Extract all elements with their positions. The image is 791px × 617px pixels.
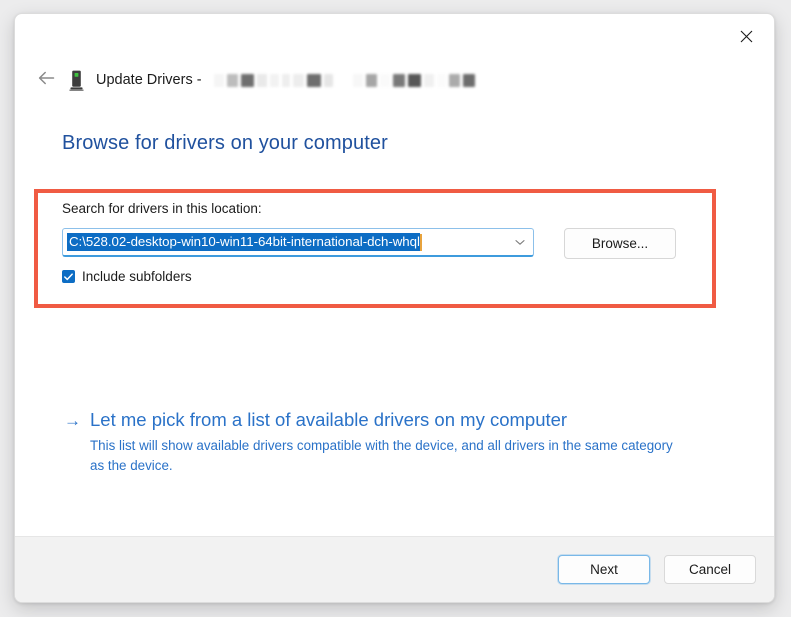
pick-from-list-link[interactable]: → Let me pick from a list of available d… bbox=[64, 410, 684, 475]
redacted-block bbox=[449, 74, 460, 87]
next-button[interactable]: Next bbox=[558, 555, 650, 584]
dialog-body: Browse for drivers on your computer Sear… bbox=[15, 106, 774, 536]
redacted-block bbox=[408, 74, 421, 87]
pick-from-list-description: This list will show available drivers co… bbox=[90, 436, 680, 475]
close-icon bbox=[740, 30, 753, 43]
redacted-block bbox=[227, 74, 238, 87]
redacted-block bbox=[282, 74, 290, 87]
cancel-button[interactable]: Cancel bbox=[664, 555, 756, 584]
title-bar: Update Drivers - bbox=[15, 14, 774, 106]
back-button[interactable] bbox=[29, 66, 63, 94]
redacted-block bbox=[424, 74, 434, 87]
redacted-block bbox=[393, 74, 405, 87]
arrow-right-icon: → bbox=[64, 412, 90, 429]
redacted-block bbox=[241, 74, 254, 87]
path-value-wrap: C:\528.02-desktop-win10-win11-64bit-inte… bbox=[63, 233, 507, 251]
dialog-footer: Next Cancel bbox=[15, 536, 774, 602]
redacted-block bbox=[463, 74, 475, 87]
title-row: Update Drivers - bbox=[15, 66, 475, 94]
redacted-block bbox=[353, 74, 363, 87]
path-dropdown-button[interactable] bbox=[507, 229, 533, 256]
pick-from-list-head: → Let me pick from a list of available d… bbox=[64, 410, 684, 430]
search-location-label: Search for drivers in this location: bbox=[62, 201, 262, 216]
close-button[interactable] bbox=[726, 20, 766, 52]
redacted-block bbox=[380, 74, 390, 87]
redacted-block bbox=[293, 74, 304, 87]
check-icon bbox=[64, 268, 73, 286]
browse-button[interactable]: Browse... bbox=[564, 228, 676, 259]
redacted-block bbox=[270, 74, 279, 87]
search-location-value: C:\528.02-desktop-win10-win11-64bit-inte… bbox=[67, 233, 420, 251]
redacted-block bbox=[336, 74, 350, 87]
redacted-block bbox=[257, 74, 267, 87]
page-title: Browse for drivers on your computer bbox=[62, 132, 388, 155]
redacted-block bbox=[437, 74, 446, 87]
back-arrow-icon bbox=[38, 71, 55, 90]
include-subfolders-row[interactable]: Include subfolders bbox=[62, 269, 192, 284]
computer-device-icon bbox=[67, 69, 85, 91]
redacted-block bbox=[324, 74, 333, 87]
include-subfolders-checkbox[interactable] bbox=[62, 270, 75, 283]
path-row: C:\528.02-desktop-win10-win11-64bit-inte… bbox=[62, 228, 676, 259]
include-subfolders-label: Include subfolders bbox=[82, 269, 192, 284]
redacted-block bbox=[307, 74, 321, 87]
text-caret bbox=[420, 234, 422, 251]
redacted-device-name bbox=[214, 73, 475, 87]
dialog-title: Update Drivers - bbox=[96, 72, 202, 88]
update-drivers-dialog: Update Drivers - Browse for drivers on y… bbox=[14, 13, 775, 603]
redacted-block bbox=[214, 74, 224, 87]
pick-from-list-title: Let me pick from a list of available dri… bbox=[90, 410, 567, 430]
chevron-down-icon bbox=[515, 233, 525, 251]
redacted-block bbox=[366, 74, 377, 87]
search-location-input[interactable]: C:\528.02-desktop-win10-win11-64bit-inte… bbox=[62, 228, 534, 257]
